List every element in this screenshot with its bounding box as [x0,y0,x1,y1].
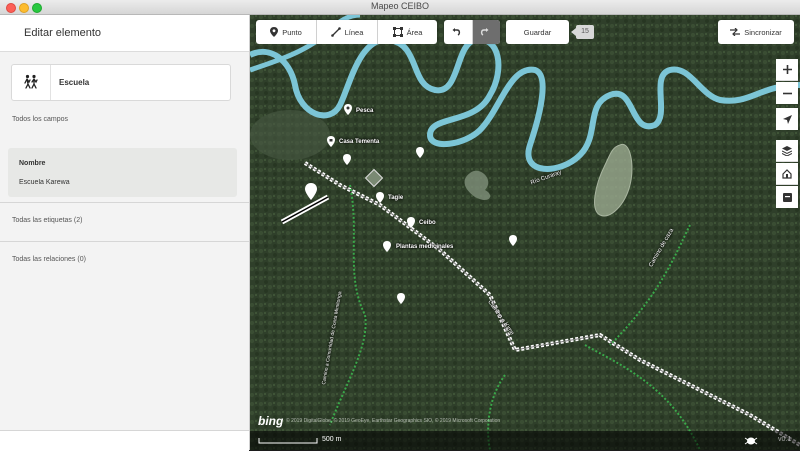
imagery-attribution[interactable]: © 2019 DigitalGlobe, © 2019 GeoEye, Eart… [286,418,500,424]
history-icon [782,192,792,202]
sidebar-title: Editar elemento [24,27,102,39]
area-icon [392,27,403,37]
all-relations-section-label[interactable]: Todas las relaciones (0) [12,256,86,263]
plant-pin-icon[interactable] [382,241,392,253]
add-point-label: Punto [282,27,302,37]
map-canvas[interactable]: Pesca Casa Tementa Tagie Ceibo Plantas m… [250,15,800,450]
add-line-label: Línea [344,27,364,37]
add-point-button[interactable]: Punto [256,20,316,44]
camp-pin-icon[interactable] [508,235,518,247]
place-pin-icon[interactable] [342,154,352,166]
undo-redo-group [444,20,500,44]
sidebar-header: Editar elemento [0,15,249,52]
ceibo-pin-icon[interactable] [406,217,416,229]
map-data-icon [782,168,792,179]
window-title: Mapeo CEIBO [370,1,430,11]
name-input[interactable] [19,179,219,186]
scale-bar [258,438,318,444]
fishing-pin-icon[interactable] [343,104,353,116]
edit-count-badge: 15 [571,25,594,39]
map-label-casa: Casa Tementa [339,139,380,145]
sidebar-footer [0,430,249,451]
divider [0,241,249,242]
map-label-pesca: Pesca [356,108,374,114]
name-field: Nombre [8,148,237,197]
zoom-out-icon [782,92,792,94]
place-pin-icon[interactable] [415,147,425,159]
redo-icon [480,27,489,36]
school-children-icon [24,74,38,89]
draw-mode-toolbar: Punto Línea Área [256,20,437,44]
sync-label: Sincronizar [744,27,782,37]
save-button[interactable]: Guardar [506,20,569,44]
sync-button[interactable]: Sincronizar [718,20,794,44]
place-pin-icon[interactable] [396,293,406,305]
add-line-button[interactable]: Línea [316,20,377,44]
house-pin-icon[interactable] [326,136,336,148]
map-label-ceibo: Ceibo [419,220,436,226]
geolocate-icon [782,114,792,124]
add-area-label: Área [406,27,423,37]
preset-name: Escuela [59,78,90,87]
map-pin-icon [270,27,279,37]
version-label: v0.1 [778,436,792,443]
undo-icon [452,27,460,36]
all-tags-section-label[interactable]: Todas las etiquetas (2) [12,217,82,224]
layers-icon [782,145,792,156]
geolocate-button[interactable] [776,108,798,130]
map-label-plantas: Plantas medicinales [396,244,454,250]
zoom-in-button[interactable] [776,59,798,81]
zoom-out-button[interactable] [776,82,798,104]
name-field-label: Nombre [19,160,46,167]
preset-selector[interactable]: Escuela [11,64,231,101]
scale-label: 500 m [322,436,342,443]
tagie-pin-icon[interactable] [375,192,385,204]
undo-button[interactable] [444,20,472,44]
sync-group: Sincronizar [718,20,794,44]
bug-report-icon[interactable] [744,435,758,445]
satellite-imagery [250,15,800,450]
title-bar: Mapeo CEIBO [0,0,800,15]
map-label-tagie: Tagie [388,195,404,201]
feature-editor-sidebar: Editar elemento Escuela Todos los campos… [0,15,250,451]
redo-button[interactable] [472,20,500,44]
history-button[interactable] [776,186,798,208]
divider [0,202,249,203]
imagery-provider-logo: bing [258,414,284,428]
map-data-button[interactable] [776,163,798,185]
sync-arrows-icon [730,28,741,36]
add-area-button[interactable]: Área [377,20,437,44]
zoom-in-icon [782,65,792,74]
all-fields-section-label[interactable]: Todos los campos [12,116,68,123]
selected-pin-icon[interactable] [304,183,318,201]
save-group: Guardar [506,20,569,44]
line-icon [330,27,341,37]
layers-button[interactable] [776,140,798,162]
preset-icon-box [12,65,51,100]
